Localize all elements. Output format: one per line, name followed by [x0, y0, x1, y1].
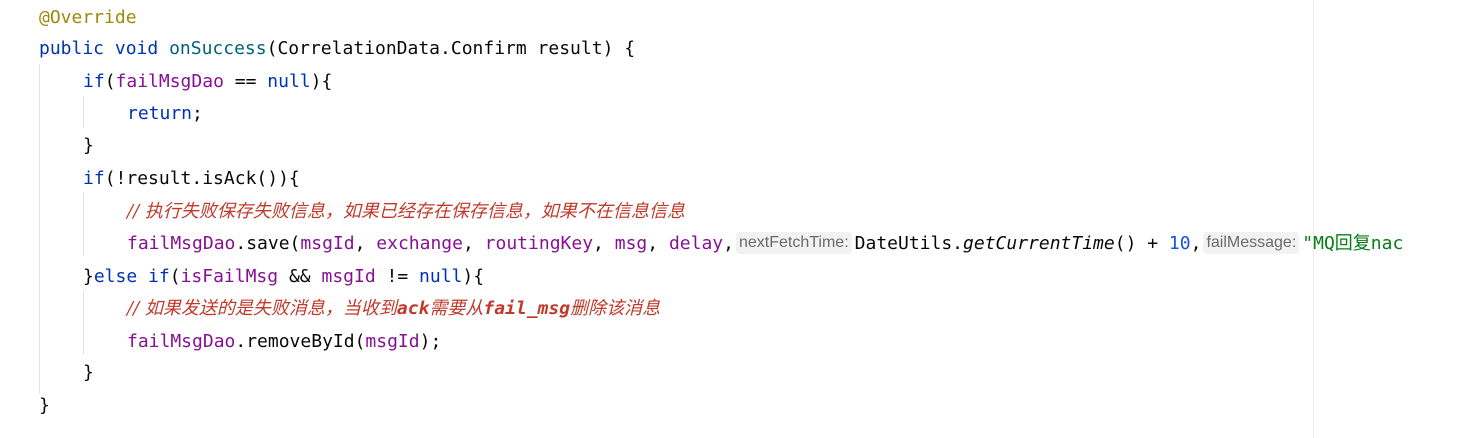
- comment-text: 删除该消息: [570, 298, 661, 319]
- field-reference: isFailMsg: [180, 266, 279, 287]
- punctuation: }: [39, 395, 50, 416]
- comment-text: 需要从: [429, 298, 484, 319]
- code-line-7[interactable]: // 执行失败保存失败信息，如果已经存在保存信息，如果不在信息信息: [127, 196, 685, 228]
- code-line-13[interactable]: }: [39, 390, 50, 422]
- comment-marker: //: [127, 201, 145, 222]
- comma: ,: [647, 233, 669, 254]
- keyword: else: [93, 266, 138, 287]
- keyword: null: [267, 71, 311, 92]
- field-reference: msgId: [321, 266, 376, 287]
- indent-guide: [39, 64, 40, 394]
- comma: ,: [593, 233, 615, 254]
- field-reference: failMsgDao: [115, 71, 224, 92]
- comment-code-word: ack: [396, 298, 430, 319]
- condition: (!result.isAck()){: [104, 168, 300, 189]
- code-line-10[interactable]: // 如果发送的是失败消息，当收到ack需要从fail_msg删除该消息: [127, 293, 660, 325]
- method-call: .removeById(: [235, 331, 366, 352]
- inlay-hint-next-fetch-time: nextFetchTime:: [735, 232, 852, 254]
- comma: ,: [462, 233, 485, 254]
- operator: ==: [223, 71, 268, 92]
- keyword: public: [39, 38, 105, 59]
- code-line-5[interactable]: }: [83, 130, 94, 162]
- parameters: (CorrelationData.Confirm result) {: [266, 38, 636, 59]
- punctuation: ;: [192, 103, 203, 124]
- punctuation: }: [83, 362, 94, 383]
- static-method-call: getCurrentTime: [963, 233, 1115, 254]
- method-call: .save(: [235, 233, 301, 254]
- keyword: if: [148, 266, 170, 287]
- argument: msg: [614, 233, 648, 254]
- code-line-11[interactable]: failMsgDao.removeById(msgId);: [127, 326, 441, 358]
- argument: delay: [668, 233, 724, 254]
- line-comment: // 执行失败保存失败信息，如果已经存在保存信息，如果不在信息信息: [127, 201, 685, 222]
- method-name: onSuccess: [169, 38, 267, 59]
- comma: ,: [354, 233, 377, 254]
- code-line-3[interactable]: if(failMsgDao == null){: [83, 66, 332, 98]
- number-literal: 10: [1168, 233, 1191, 254]
- punctuation: }: [83, 135, 94, 156]
- operator: () +: [1114, 233, 1169, 254]
- code-line-4[interactable]: return;: [127, 98, 203, 130]
- operator: &&: [278, 266, 322, 287]
- punctuation: ){: [310, 71, 333, 92]
- keyword: if: [83, 71, 105, 92]
- keyword: if: [83, 168, 105, 189]
- field-reference: failMsgDao: [127, 331, 236, 352]
- line-comment: // 如果发送的是失败消息，当收到ack需要从fail_msg删除该消息: [127, 298, 660, 319]
- comment-text: 如果发送的是失败消息，当收到: [144, 298, 397, 319]
- string-literal: "MQ回复nac: [1302, 233, 1404, 254]
- punctuation: }: [83, 266, 94, 287]
- code-line-8[interactable]: failMsgDao.save(msgId, exchange, routing…: [127, 228, 1403, 260]
- operator: !=: [375, 266, 420, 287]
- class-reference: DateUtils.: [854, 233, 964, 254]
- annotation: @Override: [39, 7, 137, 28]
- keyword: return: [127, 103, 193, 124]
- code-line-6[interactable]: if(!result.isAck()){: [83, 163, 300, 195]
- code-line-12[interactable]: }: [83, 357, 94, 389]
- field-reference: failMsgDao: [127, 233, 236, 254]
- argument: msgId: [365, 331, 420, 352]
- punctuation: ){: [462, 266, 485, 287]
- code-line-2[interactable]: public void onSuccess(CorrelationData.Co…: [39, 33, 635, 65]
- indent-guide: [83, 192, 84, 256]
- keyword: void: [114, 38, 159, 59]
- comment-text: 执行失败保存失败信息，如果已经存在保存信息，如果不在信息信息: [144, 201, 685, 222]
- comment-code-word: fail_msg: [483, 298, 571, 319]
- comment-marker: //: [127, 298, 145, 319]
- punctuation: );: [419, 331, 442, 352]
- argument: exchange: [376, 233, 463, 254]
- keyword: null: [419, 266, 463, 287]
- code-line-9[interactable]: }else if(isFailMsg && msgId != null){: [83, 261, 484, 293]
- right-margin-guide: [1313, 0, 1314, 438]
- indent-guide: [83, 96, 84, 128]
- argument: routingKey: [484, 233, 594, 254]
- code-editor[interactable]: @Override public void onSuccess(Correlat…: [0, 0, 1466, 438]
- code-line-1[interactable]: @Override: [39, 2, 137, 34]
- indent-guide: [83, 290, 84, 354]
- inlay-hint-fail-message: failMessage:: [1203, 232, 1300, 254]
- argument: msgId: [300, 233, 355, 254]
